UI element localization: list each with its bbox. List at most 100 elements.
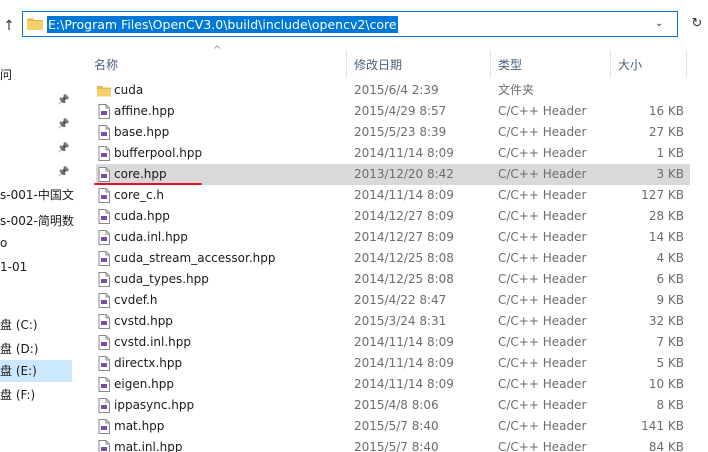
file-type: C/C++ Header <box>498 104 587 118</box>
file-row[interactable]: bufferpool.hpp 2014/11/14 8:09 C/C++ Heade… <box>96 143 690 164</box>
file-type: 文件夹 <box>498 83 535 97</box>
nav-item[interactable]: o <box>0 232 7 254</box>
file-type: C/C++ Header <box>498 251 587 265</box>
file-type: C/C++ Header <box>498 398 587 412</box>
hpp-file-icon <box>98 440 110 452</box>
refresh-button[interactable]: ↻ <box>689 16 705 32</box>
file-type: C/C++ Header <box>498 335 587 349</box>
sort-ascending-icon: ^ <box>213 45 222 56</box>
file-row[interactable]: cvdef.h 2015/4/22 8:47 C/C++ Header 9 KB <box>96 290 690 311</box>
file-date: 2014/11/14 8:09 <box>354 146 454 160</box>
nav-item[interactable]: s-001-中国文 <box>0 184 74 206</box>
nav-item[interactable]: 问 <box>0 64 12 86</box>
file-row[interactable]: affine.hpp 2015/4/29 8:57 C/C++ Header 16 K… <box>96 101 690 122</box>
column-name[interactable]: 名称 <box>94 56 118 74</box>
nav-item[interactable]: 盘 (D:) <box>0 338 38 360</box>
file-row[interactable]: cuda_stream_accessor.hpp 2014/12/25 8:08 C… <box>96 248 690 269</box>
file-size: 127 KB <box>641 188 684 202</box>
column-divider[interactable] <box>686 50 687 78</box>
column-size[interactable]: 大小 <box>618 56 642 74</box>
annotation-underline <box>94 183 202 185</box>
file-size: 4 KB <box>656 251 684 265</box>
file-size: 84 KB <box>648 440 684 452</box>
hpp-file-icon <box>98 104 110 119</box>
file-date: 2015/4/29 8:57 <box>354 104 447 118</box>
file-name: core.hpp <box>114 167 167 181</box>
nav-item[interactable]: 盘 (E:) <box>0 360 72 382</box>
hpp-file-icon <box>98 125 110 140</box>
hpp-file-icon <box>98 188 110 203</box>
hpp-file-icon <box>98 419 110 434</box>
address-path-text[interactable]: E:\Program Files\OpenCV3.0\build\include… <box>47 16 398 33</box>
file-type: C/C++ Header <box>498 440 587 452</box>
hpp-file-icon <box>98 335 110 350</box>
file-row[interactable]: cvstd.hpp 2015/3/24 8:31 C/C++ Header 32 KB <box>96 311 690 332</box>
file-row[interactable]: core.hpp 2013/12/20 8:42 C/C++ Header 3 KB <box>96 164 690 185</box>
file-row[interactable]: core_c.h 2014/11/14 8:09 C/C++ Header 127 K… <box>96 185 690 206</box>
file-size: 10 KB <box>648 377 684 391</box>
file-type: C/C++ Header <box>498 377 587 391</box>
address-bar[interactable]: E:\Program Files\OpenCV3.0\build\include… <box>22 11 678 37</box>
arrow-up-icon: ↑ <box>3 18 15 34</box>
file-name: cuda.inl.hpp <box>114 230 188 244</box>
hpp-file-icon <box>98 272 110 287</box>
navigation-pane: 问 📌 📌 📌 📌 s-001-中国文 s-002-简明数 o 1-01 盘 (C:) 盘 (D:)… <box>0 44 74 452</box>
file-type: C/C++ Header <box>498 188 587 202</box>
file-row[interactable]: cuda 2015/6/4 2:39 文件夹 <box>96 80 690 101</box>
file-size: 32 KB <box>648 314 684 328</box>
file-row[interactable]: cuda.hpp 2014/12/27 8:09 C/C++ Header 28 KB <box>96 206 690 227</box>
folder-icon <box>27 18 43 30</box>
file-row[interactable]: mat.inl.hpp 2015/5/7 8:40 C/C++ Header 84 K… <box>96 437 690 452</box>
nav-item[interactable]: s-002-简明数 <box>0 210 74 232</box>
up-button[interactable]: ↑ <box>0 16 18 36</box>
file-row[interactable]: cvstd.inl.hpp 2014/11/14 8:09 C/C++ Header… <box>96 332 690 353</box>
hpp-file-icon <box>98 398 110 413</box>
file-row[interactable]: base.hpp 2015/5/23 8:39 C/C++ Header 27 KB <box>96 122 690 143</box>
file-date: 2014/11/14 8:09 <box>354 335 454 349</box>
nav-item[interactable]: 1-01 <box>0 256 27 278</box>
file-size: 28 KB <box>648 209 684 223</box>
file-row[interactable]: cuda_types.hpp 2014/12/25 8:08 C/C++ Heade… <box>96 269 690 290</box>
column-divider[interactable] <box>610 50 611 78</box>
column-type[interactable]: 类型 <box>498 56 522 74</box>
column-divider[interactable] <box>490 50 491 78</box>
file-name: cuda_stream_accessor.hpp <box>114 251 276 265</box>
file-date: 2015/5/23 8:39 <box>354 125 447 139</box>
hpp-file-icon <box>98 377 110 392</box>
file-date: 2015/4/22 8:47 <box>354 293 447 307</box>
file-row[interactable]: directx.hpp 2014/11/14 8:09 C/C++ Header 5 … <box>96 353 690 374</box>
file-name: cvdef.h <box>114 293 158 307</box>
file-row[interactable]: ippasync.hpp 2015/4/8 8:06 C/C++ Header 8 K… <box>96 395 690 416</box>
file-row[interactable]: mat.hpp 2015/5/7 8:40 C/C++ Header 141 KB <box>96 416 690 437</box>
column-divider[interactable] <box>346 50 347 78</box>
file-name: bufferpool.hpp <box>114 146 203 160</box>
file-type: C/C++ Header <box>498 230 587 244</box>
file-date: 2014/12/25 8:08 <box>354 251 454 265</box>
hpp-file-icon <box>98 314 110 329</box>
pin-icon: 📌 <box>57 167 70 178</box>
file-name: cvstd.hpp <box>114 314 173 328</box>
address-toolbar: ↑ E:\Program Files\OpenCV3.0\build\inclu… <box>0 0 708 44</box>
refresh-icon: ↻ <box>691 16 703 31</box>
file-name: affine.hpp <box>114 104 175 118</box>
file-type: C/C++ Header <box>498 209 587 223</box>
file-row[interactable]: cuda.inl.hpp 2014/12/27 8:09 C/C++ Header 1… <box>96 227 690 248</box>
file-date: 2015/5/7 8:40 <box>354 440 439 452</box>
column-date[interactable]: 修改日期 <box>354 56 402 74</box>
nav-item[interactable]: 盘 (F:) <box>0 384 35 406</box>
file-name: core_c.h <box>114 188 165 202</box>
file-row[interactable]: eigen.hpp 2014/11/14 8:09 C/C++ Header 10 K… <box>96 374 690 395</box>
file-size: 3 KB <box>656 167 684 181</box>
hpp-file-icon <box>98 251 110 266</box>
file-date: 2015/4/8 8:06 <box>354 398 439 412</box>
file-name: base.hpp <box>114 125 170 139</box>
nav-item[interactable]: 盘 (C:) <box>0 314 38 336</box>
file-date: 2014/11/14 8:09 <box>354 377 454 391</box>
file-type: C/C++ Header <box>498 356 587 370</box>
file-date: 2013/12/20 8:42 <box>354 167 454 181</box>
file-size: 14 KB <box>648 230 684 244</box>
file-date: 2015/5/7 8:40 <box>354 419 439 433</box>
file-date: 2014/12/27 8:09 <box>354 209 454 223</box>
chevron-down-icon[interactable]: ⌄ <box>655 18 667 30</box>
file-date: 2014/12/27 8:09 <box>354 230 454 244</box>
